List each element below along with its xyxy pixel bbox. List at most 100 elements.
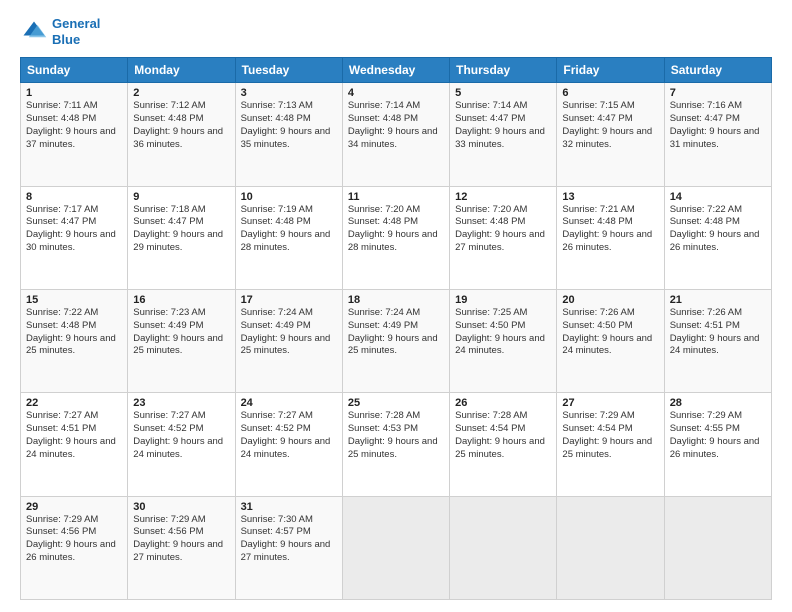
day-number: 23 — [133, 397, 229, 409]
calendar-table: SundayMondayTuesdayWednesdayThursdayFrid… — [20, 57, 772, 600]
calendar-cell: 20 Sunrise: 7:26 AM Sunset: 4:50 PM Dayl… — [557, 289, 664, 392]
calendar-cell: 7 Sunrise: 7:16 AM Sunset: 4:47 PM Dayli… — [664, 83, 771, 186]
day-number: 25 — [348, 397, 444, 409]
day-number: 10 — [241, 191, 337, 203]
week-row-2: 8 Sunrise: 7:17 AM Sunset: 4:47 PM Dayli… — [21, 186, 772, 289]
calendar-cell: 13 Sunrise: 7:21 AM Sunset: 4:48 PM Dayl… — [557, 186, 664, 289]
day-header-wednesday: Wednesday — [342, 58, 449, 83]
page: General Blue SundayMondayTuesdayWednesda… — [0, 0, 792, 612]
day-number: 9 — [133, 191, 229, 203]
calendar-cell: 28 Sunrise: 7:29 AM Sunset: 4:55 PM Dayl… — [664, 393, 771, 496]
logo-icon — [20, 18, 48, 46]
day-number: 13 — [562, 191, 658, 203]
day-number: 29 — [26, 501, 122, 513]
day-number: 27 — [562, 397, 658, 409]
calendar-cell — [557, 496, 664, 599]
day-number: 4 — [348, 87, 444, 99]
day-info: Sunrise: 7:21 AM Sunset: 4:48 PM Dayligh… — [562, 204, 658, 255]
day-header-saturday: Saturday — [664, 58, 771, 83]
calendar-cell: 9 Sunrise: 7:18 AM Sunset: 4:47 PM Dayli… — [128, 186, 235, 289]
calendar-cell: 18 Sunrise: 7:24 AM Sunset: 4:49 PM Dayl… — [342, 289, 449, 392]
day-info: Sunrise: 7:12 AM Sunset: 4:48 PM Dayligh… — [133, 100, 229, 151]
calendar-cell: 16 Sunrise: 7:23 AM Sunset: 4:49 PM Dayl… — [128, 289, 235, 392]
day-number: 20 — [562, 294, 658, 306]
day-info: Sunrise: 7:15 AM Sunset: 4:47 PM Dayligh… — [562, 100, 658, 151]
day-info: Sunrise: 7:24 AM Sunset: 4:49 PM Dayligh… — [241, 307, 337, 358]
calendar-cell: 25 Sunrise: 7:28 AM Sunset: 4:53 PM Dayl… — [342, 393, 449, 496]
day-info: Sunrise: 7:27 AM Sunset: 4:52 PM Dayligh… — [241, 410, 337, 461]
day-info: Sunrise: 7:28 AM Sunset: 4:53 PM Dayligh… — [348, 410, 444, 461]
calendar-cell: 1 Sunrise: 7:11 AM Sunset: 4:48 PM Dayli… — [21, 83, 128, 186]
day-number: 30 — [133, 501, 229, 513]
week-row-1: 1 Sunrise: 7:11 AM Sunset: 4:48 PM Dayli… — [21, 83, 772, 186]
day-number: 16 — [133, 294, 229, 306]
week-row-5: 29 Sunrise: 7:29 AM Sunset: 4:56 PM Dayl… — [21, 496, 772, 599]
day-number: 7 — [670, 87, 766, 99]
day-info: Sunrise: 7:30 AM Sunset: 4:57 PM Dayligh… — [241, 514, 337, 565]
day-number: 31 — [241, 501, 337, 513]
calendar-body: 1 Sunrise: 7:11 AM Sunset: 4:48 PM Dayli… — [21, 83, 772, 600]
calendar-cell — [342, 496, 449, 599]
calendar-cell: 12 Sunrise: 7:20 AM Sunset: 4:48 PM Dayl… — [450, 186, 557, 289]
day-info: Sunrise: 7:26 AM Sunset: 4:50 PM Dayligh… — [562, 307, 658, 358]
day-info: Sunrise: 7:29 AM Sunset: 4:55 PM Dayligh… — [670, 410, 766, 461]
day-number: 14 — [670, 191, 766, 203]
calendar-cell: 6 Sunrise: 7:15 AM Sunset: 4:47 PM Dayli… — [557, 83, 664, 186]
calendar-cell: 24 Sunrise: 7:27 AM Sunset: 4:52 PM Dayl… — [235, 393, 342, 496]
day-info: Sunrise: 7:16 AM Sunset: 4:47 PM Dayligh… — [670, 100, 766, 151]
calendar-cell: 17 Sunrise: 7:24 AM Sunset: 4:49 PM Dayl… — [235, 289, 342, 392]
calendar-cell — [450, 496, 557, 599]
calendar-cell: 3 Sunrise: 7:13 AM Sunset: 4:48 PM Dayli… — [235, 83, 342, 186]
day-info: Sunrise: 7:27 AM Sunset: 4:51 PM Dayligh… — [26, 410, 122, 461]
day-header-friday: Friday — [557, 58, 664, 83]
week-row-3: 15 Sunrise: 7:22 AM Sunset: 4:48 PM Dayl… — [21, 289, 772, 392]
day-info: Sunrise: 7:22 AM Sunset: 4:48 PM Dayligh… — [26, 307, 122, 358]
day-info: Sunrise: 7:13 AM Sunset: 4:48 PM Dayligh… — [241, 100, 337, 151]
day-info: Sunrise: 7:28 AM Sunset: 4:54 PM Dayligh… — [455, 410, 551, 461]
day-info: Sunrise: 7:19 AM Sunset: 4:48 PM Dayligh… — [241, 204, 337, 255]
week-row-4: 22 Sunrise: 7:27 AM Sunset: 4:51 PM Dayl… — [21, 393, 772, 496]
day-info: Sunrise: 7:11 AM Sunset: 4:48 PM Dayligh… — [26, 100, 122, 151]
calendar-cell: 2 Sunrise: 7:12 AM Sunset: 4:48 PM Dayli… — [128, 83, 235, 186]
day-number: 8 — [26, 191, 122, 203]
calendar-cell: 29 Sunrise: 7:29 AM Sunset: 4:56 PM Dayl… — [21, 496, 128, 599]
calendar-cell: 11 Sunrise: 7:20 AM Sunset: 4:48 PM Dayl… — [342, 186, 449, 289]
day-info: Sunrise: 7:22 AM Sunset: 4:48 PM Dayligh… — [670, 204, 766, 255]
logo-text: General Blue — [52, 16, 100, 47]
calendar-cell: 22 Sunrise: 7:27 AM Sunset: 4:51 PM Dayl… — [21, 393, 128, 496]
calendar-cell: 8 Sunrise: 7:17 AM Sunset: 4:47 PM Dayli… — [21, 186, 128, 289]
calendar-cell: 31 Sunrise: 7:30 AM Sunset: 4:57 PM Dayl… — [235, 496, 342, 599]
day-number: 11 — [348, 191, 444, 203]
day-number: 21 — [670, 294, 766, 306]
calendar-header: SundayMondayTuesdayWednesdayThursdayFrid… — [21, 58, 772, 83]
day-number: 5 — [455, 87, 551, 99]
calendar-cell: 19 Sunrise: 7:25 AM Sunset: 4:50 PM Dayl… — [450, 289, 557, 392]
calendar-cell: 5 Sunrise: 7:14 AM Sunset: 4:47 PM Dayli… — [450, 83, 557, 186]
day-info: Sunrise: 7:25 AM Sunset: 4:50 PM Dayligh… — [455, 307, 551, 358]
calendar-cell: 21 Sunrise: 7:26 AM Sunset: 4:51 PM Dayl… — [664, 289, 771, 392]
day-info: Sunrise: 7:20 AM Sunset: 4:48 PM Dayligh… — [455, 204, 551, 255]
day-number: 6 — [562, 87, 658, 99]
day-number: 2 — [133, 87, 229, 99]
calendar-cell: 23 Sunrise: 7:27 AM Sunset: 4:52 PM Dayl… — [128, 393, 235, 496]
day-info: Sunrise: 7:27 AM Sunset: 4:52 PM Dayligh… — [133, 410, 229, 461]
day-info: Sunrise: 7:14 AM Sunset: 4:47 PM Dayligh… — [455, 100, 551, 151]
day-header-thursday: Thursday — [450, 58, 557, 83]
day-info: Sunrise: 7:23 AM Sunset: 4:49 PM Dayligh… — [133, 307, 229, 358]
day-info: Sunrise: 7:26 AM Sunset: 4:51 PM Dayligh… — [670, 307, 766, 358]
calendar-cell: 27 Sunrise: 7:29 AM Sunset: 4:54 PM Dayl… — [557, 393, 664, 496]
day-number: 17 — [241, 294, 337, 306]
day-number: 19 — [455, 294, 551, 306]
day-info: Sunrise: 7:29 AM Sunset: 4:56 PM Dayligh… — [133, 514, 229, 565]
header: General Blue — [20, 16, 772, 47]
day-info: Sunrise: 7:24 AM Sunset: 4:49 PM Dayligh… — [348, 307, 444, 358]
day-info: Sunrise: 7:20 AM Sunset: 4:48 PM Dayligh… — [348, 204, 444, 255]
day-number: 12 — [455, 191, 551, 203]
day-info: Sunrise: 7:29 AM Sunset: 4:56 PM Dayligh… — [26, 514, 122, 565]
calendar-cell: 26 Sunrise: 7:28 AM Sunset: 4:54 PM Dayl… — [450, 393, 557, 496]
calendar-cell: 15 Sunrise: 7:22 AM Sunset: 4:48 PM Dayl… — [21, 289, 128, 392]
logo: General Blue — [20, 16, 100, 47]
day-number: 15 — [26, 294, 122, 306]
calendar-cell — [664, 496, 771, 599]
calendar-cell: 4 Sunrise: 7:14 AM Sunset: 4:48 PM Dayli… — [342, 83, 449, 186]
